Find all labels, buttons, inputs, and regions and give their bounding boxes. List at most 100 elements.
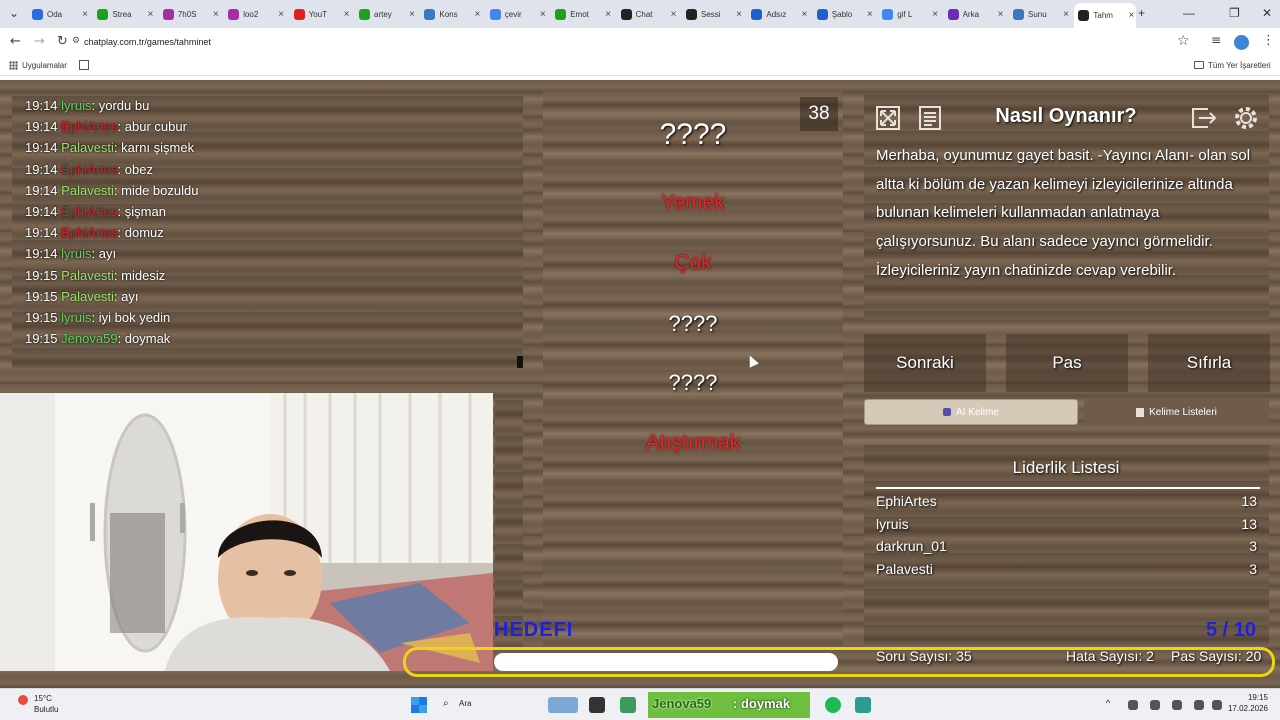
app-icon[interactable] bbox=[620, 697, 636, 713]
chat-text: : abur cubur bbox=[117, 119, 187, 135]
browser-tab[interactable]: loo2 × bbox=[224, 4, 286, 24]
browser-tab[interactable]: Sessi × bbox=[682, 4, 744, 24]
close-tab-icon[interactable]: × bbox=[407, 9, 417, 20]
taskbar-search[interactable]: Ara bbox=[459, 699, 471, 708]
tab-list-chevron-icon[interactable]: ⌄ bbox=[9, 6, 19, 20]
apps-bookmark[interactable]: Uygulamalar bbox=[22, 61, 67, 70]
browser-tab[interactable]: Adsız × bbox=[747, 4, 809, 24]
error-count: Hata Sayısı: 2 bbox=[1066, 648, 1154, 664]
browser-tab[interactable]: YouT × bbox=[290, 4, 352, 24]
task-view-icon[interactable] bbox=[589, 697, 605, 713]
tab-title: Kons bbox=[439, 9, 458, 19]
bookmark-star-icon[interactable]: ☆ bbox=[1177, 33, 1190, 49]
chat-timestamp: 19:14 bbox=[25, 98, 58, 113]
word-lists-button[interactable]: Kelime Listeleri bbox=[1084, 399, 1269, 425]
close-tab-icon[interactable]: × bbox=[865, 9, 875, 20]
close-tab-icon[interactable]: × bbox=[538, 9, 548, 20]
new-tab-icon[interactable]: + bbox=[1138, 6, 1145, 20]
minimize-icon[interactable]: — bbox=[1183, 6, 1195, 20]
close-tab-icon[interactable]: × bbox=[145, 9, 155, 20]
tray-icon[interactable] bbox=[1128, 700, 1138, 710]
pass-button[interactable]: Pas bbox=[1006, 334, 1128, 392]
settings-gear-icon[interactable] bbox=[1230, 102, 1262, 134]
start-windows-icon[interactable] bbox=[411, 697, 427, 713]
close-tab-icon[interactable]: × bbox=[603, 9, 613, 20]
weather-status[interactable]: Bulutlu bbox=[34, 705, 58, 714]
close-tab-icon[interactable]: × bbox=[996, 9, 1006, 20]
browser-tab[interactable]: Arka × bbox=[944, 4, 1006, 24]
folder-icon bbox=[1194, 61, 1204, 69]
apps-grid-icon[interactable] bbox=[9, 61, 18, 70]
spotify-icon[interactable] bbox=[825, 697, 841, 713]
volume-icon[interactable] bbox=[1212, 700, 1222, 710]
leaderboard-row: EphiArtes 13 bbox=[876, 493, 1257, 509]
tray-icon[interactable] bbox=[1172, 700, 1182, 710]
close-tab-icon[interactable]: × bbox=[472, 9, 482, 20]
all-bookmarks[interactable]: Tüm Yer İşaretleri bbox=[1208, 61, 1271, 70]
browser-tab[interactable]: gif L × bbox=[878, 4, 940, 24]
next-button[interactable]: Sonraki bbox=[864, 334, 986, 392]
close-tab-icon[interactable]: × bbox=[1061, 9, 1071, 20]
browser-tab[interactable]: Emot × bbox=[551, 4, 613, 24]
reset-button[interactable]: Sıfırla bbox=[1148, 334, 1270, 392]
chat-scrollbar[interactable] bbox=[517, 356, 523, 368]
close-tab-icon[interactable]: × bbox=[1126, 10, 1136, 21]
url-text[interactable]: chatplay.com.tr/games/tahminet bbox=[84, 33, 211, 51]
browser-tab[interactable]: çevir × bbox=[486, 4, 548, 24]
forward-icon[interactable]: → bbox=[34, 34, 45, 49]
close-tab-icon[interactable]: × bbox=[276, 9, 286, 20]
site-info-icon[interactable]: ⚙ bbox=[72, 36, 80, 46]
app-icon[interactable] bbox=[855, 697, 871, 713]
browser-tab[interactable]: Tahm × bbox=[1074, 3, 1137, 28]
close-tab-icon[interactable]: × bbox=[930, 9, 940, 20]
browser-tab[interactable]: Oda × bbox=[28, 4, 90, 24]
profile-avatar[interactable] bbox=[1234, 35, 1249, 50]
tab-favicon-icon bbox=[162, 8, 174, 20]
clock-date[interactable]: 17.02.2026 bbox=[1222, 704, 1268, 713]
chat-timestamp: 19:15 bbox=[25, 267, 58, 283]
chat-username: lyruis bbox=[61, 98, 92, 113]
close-tab-icon[interactable]: × bbox=[342, 9, 352, 20]
more-menu-icon[interactable]: ⋮ bbox=[1262, 33, 1275, 48]
tab-favicon-icon bbox=[751, 8, 763, 20]
chat-username: EphiArtes bbox=[61, 204, 118, 219]
browser-tab[interactable]: Strea × bbox=[93, 4, 155, 24]
chat-text: : ayı bbox=[91, 246, 117, 262]
close-tab-icon[interactable]: × bbox=[80, 9, 90, 20]
reload-icon[interactable]: ↻ bbox=[57, 34, 68, 49]
widgets-icon[interactable] bbox=[548, 697, 578, 713]
browser-tab[interactable]: Kons × bbox=[420, 4, 482, 24]
search-icon[interactable]: ⌕ bbox=[443, 698, 449, 709]
fullscreen-icon[interactable] bbox=[872, 102, 904, 134]
chat-message: 19:14 Palavesti: mide bozuldu bbox=[25, 183, 198, 198]
address-bar[interactable]: ⚙ bbox=[72, 32, 1204, 52]
weather-temp[interactable]: 15°C bbox=[34, 694, 52, 703]
tab-title: Strea bbox=[112, 9, 132, 19]
browser-tab[interactable]: Sunu × bbox=[1009, 4, 1071, 24]
restore-icon[interactable]: ❐ bbox=[1229, 6, 1240, 20]
exit-icon[interactable] bbox=[1188, 102, 1220, 134]
close-tab-icon[interactable]: × bbox=[669, 9, 679, 20]
weather-icon bbox=[18, 695, 28, 705]
browser-tab[interactable]: 7h0S × bbox=[159, 4, 221, 24]
tray-chevron-icon[interactable]: ^ bbox=[1106, 698, 1110, 708]
list-icon bbox=[1136, 407, 1145, 417]
reading-list-icon[interactable]: ≡ bbox=[1211, 33, 1221, 47]
close-tab-icon[interactable]: × bbox=[211, 9, 221, 20]
browser-tab[interactable]: Şablo × bbox=[813, 4, 875, 24]
network-icon[interactable] bbox=[1194, 700, 1204, 710]
ai-word-button[interactable]: AI Kelime bbox=[864, 399, 1078, 425]
tab-groups-icon[interactable] bbox=[79, 60, 89, 70]
close-window-icon[interactable]: ✕ bbox=[1262, 6, 1272, 20]
notes-icon[interactable] bbox=[914, 102, 946, 134]
clock-time[interactable]: 19:15 bbox=[1228, 693, 1268, 702]
back-icon[interactable]: ← bbox=[10, 34, 21, 49]
tray-icon[interactable] bbox=[1150, 700, 1160, 710]
close-tab-icon[interactable]: × bbox=[799, 9, 809, 20]
tab-title: Oda bbox=[47, 9, 63, 19]
tab-title: artey bbox=[374, 9, 392, 19]
close-tab-icon[interactable]: × bbox=[734, 9, 744, 20]
browser-tab[interactable]: Chat × bbox=[617, 4, 679, 24]
browser-tab[interactable]: artey × bbox=[355, 4, 417, 24]
tab-favicon-icon bbox=[1078, 10, 1090, 21]
